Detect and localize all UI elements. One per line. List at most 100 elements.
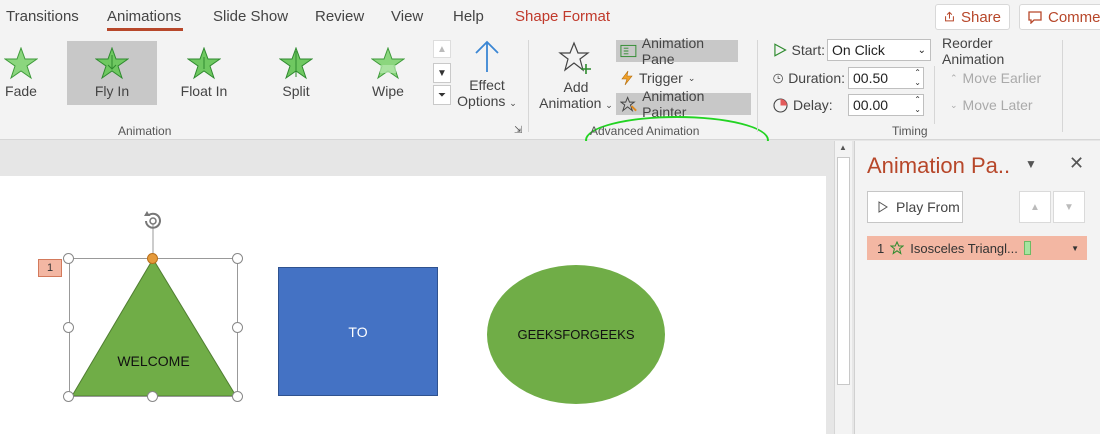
start-label: Start:	[791, 42, 825, 58]
animation-painter-button[interactable]: Animation Painter	[616, 88, 751, 120]
delay-label: Delay:	[793, 97, 833, 113]
animation-item-label: Isosceles Triangl...	[910, 240, 1018, 256]
item-dropdown-arrow[interactable]: ▼	[1071, 244, 1079, 253]
move-later-label: Move Later	[962, 97, 1033, 113]
gallery-scroll-up[interactable]: ▲	[433, 40, 451, 58]
chevron-down-icon: ⌄	[605, 100, 613, 110]
fly-in-star-icon	[95, 47, 129, 80]
animation-pane-button[interactable]: Animation Pane	[616, 35, 738, 67]
rectangle-shape[interactable]: TO	[278, 267, 438, 396]
scrollbar-thumb[interactable]	[837, 157, 850, 385]
slide-canvas[interactable]: 1 WELCOME TO GEEKSFORGEEKS	[0, 176, 826, 434]
tab-help[interactable]: Help	[453, 8, 484, 25]
pane-options-dropdown[interactable]: ▼	[1025, 157, 1037, 171]
scroll-up-icon[interactable]: ▲	[839, 143, 847, 152]
delay-spinner[interactable]: ⌃ ⌄	[914, 95, 921, 115]
resize-handle-tl[interactable]	[63, 253, 74, 264]
ellipse-shape[interactable]: GEEKSFORGEEKS	[487, 265, 665, 404]
resize-handle-bl[interactable]	[63, 391, 74, 402]
close-icon[interactable]: ✕	[1069, 153, 1084, 174]
rotate-icon[interactable]	[141, 209, 165, 233]
animation-group-label: Animation	[118, 124, 172, 138]
comments-label: Comme	[1048, 8, 1100, 26]
clock-icon	[773, 73, 783, 83]
chevron-down-icon: ⌄	[509, 98, 517, 108]
effect-options-line2: Options	[457, 93, 506, 109]
play-from-button[interactable]: Play From	[867, 191, 963, 223]
gallery-fade-label: Fade	[5, 83, 37, 99]
ribbon-tabs: Transitions Animations Slide Show Review…	[0, 0, 1100, 36]
chevron-down-icon: ⌄	[687, 72, 696, 83]
animation-painter-icon	[620, 96, 637, 112]
move-later-button[interactable]: ⌄ Move Later	[946, 94, 1046, 116]
delay-value: 00.00	[853, 97, 889, 113]
tab-review[interactable]: Review	[315, 8, 364, 25]
animation-item-number: 1	[877, 240, 885, 256]
duration-value: 00.50	[853, 70, 889, 86]
delay-input[interactable]: 00.00 ⌃ ⌄	[848, 94, 924, 116]
gallery-wipe-label: Wipe	[372, 83, 404, 99]
active-tab-underline	[107, 28, 183, 31]
tab-transitions[interactable]: Transitions	[6, 8, 79, 25]
gallery-fade[interactable]: Fade	[0, 41, 66, 105]
tab-shape-format[interactable]: Shape Format	[515, 8, 610, 25]
top-handle[interactable]	[147, 253, 158, 264]
group-separator	[528, 40, 529, 132]
chevron-up-icon: ⌃	[950, 72, 958, 83]
chevron-down-icon: ⌄	[917, 44, 926, 56]
comment-icon	[1028, 11, 1042, 24]
wipe-star-icon	[371, 47, 405, 80]
add-animation-line2: Animation	[539, 95, 602, 111]
tab-animations[interactable]: Animations	[107, 8, 181, 25]
share-label: Share	[960, 8, 1001, 26]
start-value: On Click	[832, 42, 885, 58]
add-star-icon	[558, 41, 591, 74]
triangle-up-icon: ▲	[1030, 201, 1040, 213]
timing-separator	[934, 66, 935, 124]
reorder-animation-label: Reorder Animation	[942, 35, 1005, 67]
animation-painter-label: Animation Painter	[642, 88, 705, 120]
duration-label: Duration:	[788, 70, 845, 86]
timing-group-label: Timing	[892, 124, 928, 138]
slide-scrollbar[interactable]: ▲	[834, 141, 852, 434]
timing-bar	[1023, 241, 1031, 255]
trigger-label: Trigger	[639, 70, 683, 86]
tab-slide-show[interactable]: Slide Show	[213, 8, 288, 25]
gallery-fly-in[interactable]: Fly In	[67, 41, 157, 105]
trigger-button[interactable]: Trigger ⌄	[616, 67, 706, 89]
move-earlier-button[interactable]: ⌃ Move Earlier	[946, 67, 1046, 89]
gallery-wipe[interactable]: Wipe	[343, 41, 433, 105]
gallery-scroll-down[interactable]: ▼	[433, 63, 451, 83]
group-separator	[757, 40, 758, 132]
gallery-float-in[interactable]: Float In	[159, 41, 249, 105]
duration-spinner[interactable]: ⌃ ⌄	[914, 68, 921, 88]
move-down-button[interactable]: ▼	[1053, 191, 1085, 223]
lightning-icon	[621, 70, 633, 86]
resize-handle-ml[interactable]	[63, 322, 74, 333]
add-animation-button[interactable]: Add Animation ⌄	[538, 40, 614, 111]
animation-list-item[interactable]: 1 Isosceles Triangl... ▼	[867, 236, 1087, 260]
play-from-label: Play From	[896, 199, 960, 215]
tab-view[interactable]: View	[391, 8, 423, 25]
gallery-more-button[interactable]: ⏷	[433, 85, 451, 105]
resize-handle-br[interactable]	[232, 391, 243, 402]
play-icon	[878, 201, 888, 213]
resize-handle-tr[interactable]	[232, 253, 243, 264]
dialog-launcher-icon[interactable]: ⇲	[514, 125, 522, 136]
start-select[interactable]: On Click ⌄	[827, 39, 931, 61]
gallery-split[interactable]: Split	[251, 41, 341, 105]
duration-input[interactable]: 00.50 ⌃ ⌄	[848, 67, 924, 89]
share-icon	[945, 11, 954, 22]
resize-handle-mr[interactable]	[232, 322, 243, 333]
delay-label-group: Delay:	[769, 94, 844, 116]
effect-options-button[interactable]: Effect Options ⌄	[452, 40, 522, 109]
start-label-group: Start:	[769, 39, 829, 61]
move-up-button[interactable]: ▲	[1019, 191, 1051, 223]
resize-handle-bm[interactable]	[147, 391, 158, 402]
pane-title: Animation Pa..	[867, 153, 1011, 178]
share-button[interactable]: Share	[935, 4, 1010, 30]
comments-button[interactable]: Comme	[1019, 4, 1100, 30]
gallery-split-label: Split	[282, 83, 310, 99]
animation-order-tag[interactable]: 1	[38, 259, 62, 277]
animation-pane: Animation Pa.. ▼ ✕ Play From ▲ ▼ 1 Isosc…	[854, 141, 1100, 434]
